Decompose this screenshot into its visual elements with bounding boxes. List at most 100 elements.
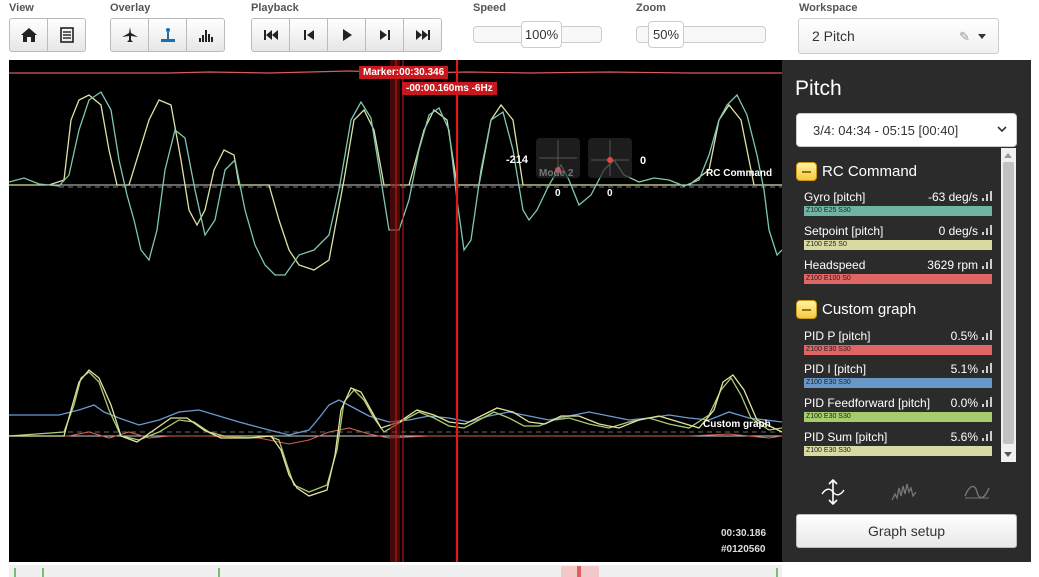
log-icon <box>59 27 74 43</box>
spectrum-icon[interactable] <box>982 259 992 269</box>
field-value: 0 deg/s <box>938 224 978 238</box>
workspace-value: 2 Pitch <box>812 28 855 44</box>
scroll-up-icon[interactable] <box>1004 153 1012 158</box>
panel-title: Pitch <box>795 77 842 100</box>
graph-canvas <box>9 60 782 562</box>
field-scale-bar[interactable]: Z100 E25 S30 <box>804 206 992 216</box>
field-name: PID I [pitch] <box>804 362 867 376</box>
jump-end-button[interactable] <box>403 18 442 52</box>
view-label: View <box>9 2 34 14</box>
group-custom-graph-label: Custom graph <box>822 301 917 318</box>
field-value: 3629 rpm <box>927 258 978 272</box>
group-custom-graph[interactable]: Custom graph <box>796 300 916 319</box>
custom-graph-label: Custom graph <box>703 419 771 430</box>
graph-mode-icons <box>782 478 1031 508</box>
field-value: 0.5% <box>950 329 978 343</box>
field-scale-bar[interactable]: Z100 E30 S30 <box>804 446 992 456</box>
graph-setup-button[interactable]: Graph setup <box>796 514 1017 548</box>
spectrum-icon[interactable] <box>982 363 992 373</box>
marker-label: Marker:00:30.346 <box>359 66 449 79</box>
seek-bar-canvas <box>14 566 778 577</box>
delta-label: -00:00.160ms -6Hz <box>402 82 497 95</box>
field-name: Gyro [pitch] <box>804 190 866 204</box>
field-scale-bar[interactable]: Z100 E25 S0 <box>804 240 992 250</box>
home-icon <box>20 28 37 42</box>
playback-button-group <box>251 18 442 52</box>
zoom-slider-handle[interactable]: 50% <box>648 21 684 48</box>
field-scale-bar[interactable]: Z100 E30 S30 <box>804 412 992 422</box>
noise-trace-icon[interactable] <box>891 478 917 506</box>
field-name: Setpoint [pitch] <box>804 224 884 238</box>
field-name: PID Feedforward [pitch] <box>804 396 931 410</box>
field-value: 0.0% <box>950 396 978 410</box>
play-icon <box>342 29 352 41</box>
workspace-select[interactable]: 2 Pitch ✎ <box>798 18 999 54</box>
field-list-scrollbar[interactable] <box>1001 148 1016 462</box>
jump-end-icon <box>415 30 430 40</box>
speed-slider-handle[interactable]: 100% <box>521 21 562 48</box>
spectrum-icon[interactable] <box>982 191 992 201</box>
pencil-icon[interactable]: ✎ <box>959 29 970 45</box>
time-range-value: 3/4: 04:34 - 05:15 [00:40] <box>813 122 959 138</box>
spectrum-overlay-button[interactable] <box>186 18 225 52</box>
field-value: 5.1% <box>950 362 978 376</box>
zoom-label: Zoom <box>636 2 666 14</box>
step-back-icon <box>303 30 314 40</box>
group-rc-command[interactable]: RC Command <box>796 162 917 181</box>
speed-label: Speed <box>473 2 507 14</box>
overlay-button-group <box>110 18 225 52</box>
field-name: Headspeed <box>804 258 866 272</box>
collapse-icon[interactable] <box>796 300 817 319</box>
spectrum-icon[interactable] <box>982 225 992 235</box>
field-list[interactable]: RC Command Gyro [pitch] -63 deg/s Z100 E… <box>794 148 1016 462</box>
vertical-zoom-icon[interactable] <box>820 478 846 506</box>
log-graph[interactable]: Marker:00:30.346 -00:00.160ms -6Hz -214 … <box>9 60 782 562</box>
stick-right-dot <box>607 157 613 163</box>
scroll-thumb[interactable] <box>1003 162 1014 444</box>
blackbox-viewer: View Overlay Playback Speed Zoom Workspa… <box>0 0 1039 577</box>
scroll-down-icon[interactable] <box>1004 452 1012 457</box>
field-name: PID P [pitch] <box>804 329 871 343</box>
view-button-group <box>9 18 86 52</box>
sticks-icon <box>160 28 175 42</box>
spectrum-icon[interactable] <box>982 397 992 407</box>
zoom-slider[interactable]: 50% <box>636 21 766 48</box>
sticks-overlay-button[interactable] <box>148 18 187 52</box>
spectrum-icon[interactable] <box>982 431 992 441</box>
chevron-down-icon <box>978 34 986 39</box>
field-panel: Pitch 3/4: 04:34 - 05:15 [00:40] RC Comm… <box>782 60 1031 562</box>
home-button[interactable] <box>9 18 48 52</box>
play-button[interactable] <box>327 18 366 52</box>
stick-left-value: -214 <box>506 154 529 166</box>
step-back-button[interactable] <box>289 18 328 52</box>
field-scale-bar[interactable]: Z100 E30 S30 <box>804 378 992 388</box>
marker-band <box>390 60 400 562</box>
field-name: PID Sum [pitch] <box>804 430 888 444</box>
mode-text: Mode 2 <box>539 168 574 179</box>
field-value: 5.6% <box>950 430 978 444</box>
field-value: -63 deg/s <box>927 190 978 204</box>
step-forward-button[interactable] <box>365 18 404 52</box>
overlay-label: Overlay <box>110 2 151 14</box>
stick-right-bottom: 0 <box>607 188 613 199</box>
craft-icon <box>121 27 138 42</box>
step-forward-icon <box>379 30 390 40</box>
collapse-icon[interactable] <box>796 162 817 181</box>
stick-left-bottom: 0 <box>555 188 561 199</box>
speed-slider[interactable]: 100% <box>473 21 602 48</box>
workspace-label: Workspace <box>799 2 858 14</box>
craft-overlay-button[interactable] <box>110 18 149 52</box>
rc-command-graph-label: RC Command <box>706 168 773 179</box>
field-scale-bar[interactable]: Z100 E30 S30 <box>804 345 992 355</box>
jump-start-button[interactable] <box>251 18 290 52</box>
stick-right-value: 0 <box>640 155 647 167</box>
smooth-trace-icon[interactable] <box>964 478 990 506</box>
jump-start-icon <box>263 30 278 40</box>
seek-bar[interactable] <box>9 565 782 577</box>
group-rc-command-label: RC Command <box>822 163 918 180</box>
log-button[interactable] <box>47 18 86 52</box>
field-scale-bar[interactable]: Z100 E100 S0 <box>804 274 992 284</box>
chevron-down-icon <box>997 126 1007 133</box>
spectrum-icon[interactable] <box>982 330 992 340</box>
time-range-select[interactable]: 3/4: 04:34 - 05:15 [00:40] <box>796 113 1017 147</box>
